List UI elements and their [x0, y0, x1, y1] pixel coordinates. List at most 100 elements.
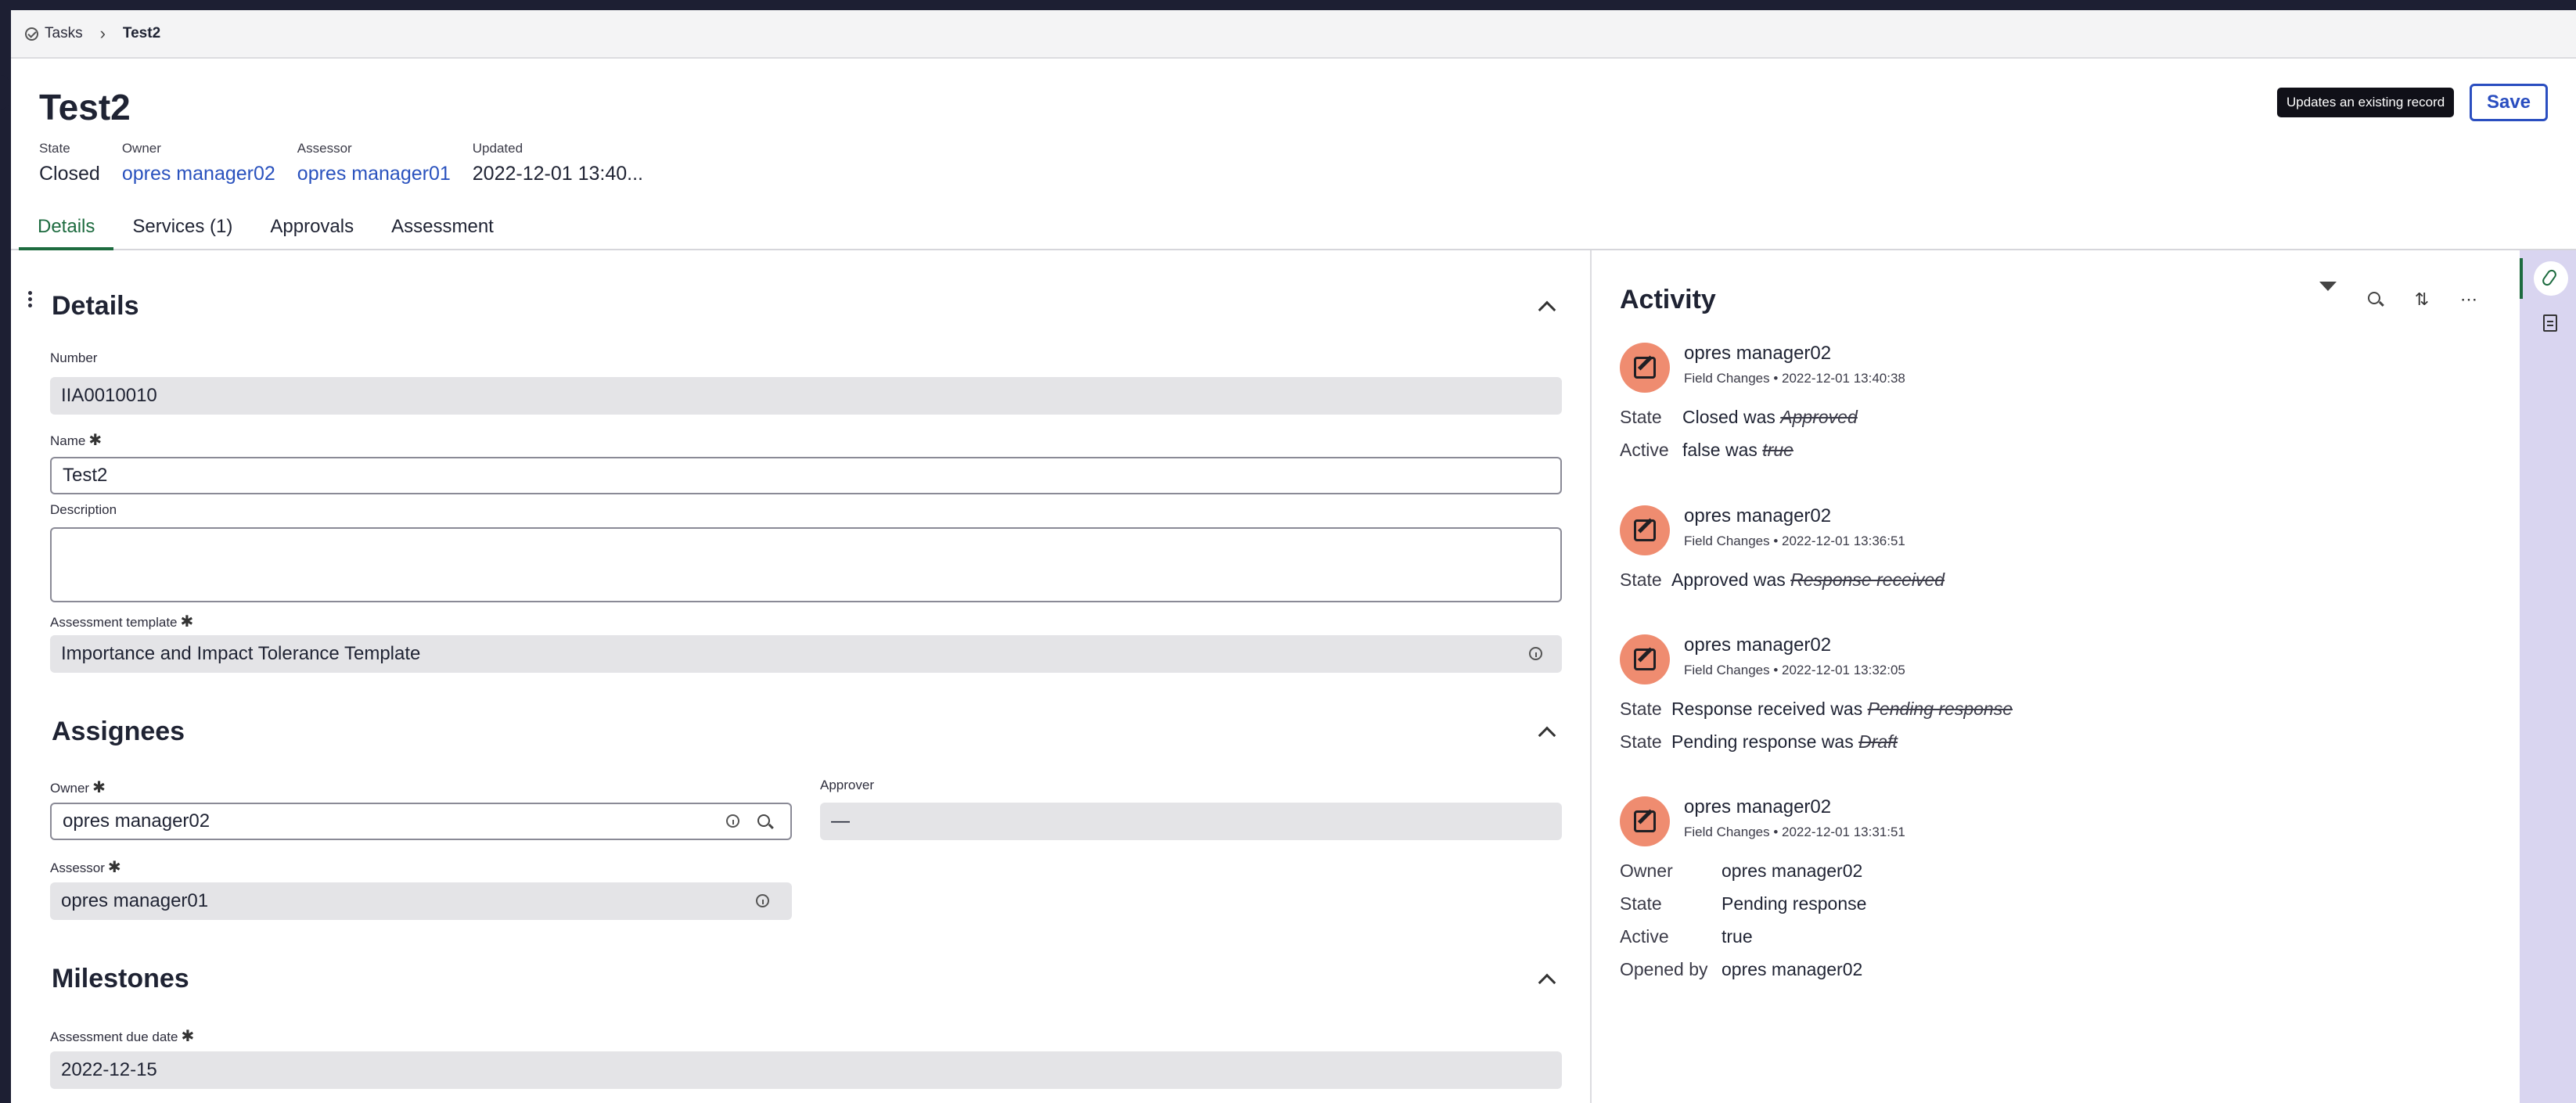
- check-circle-icon: [25, 27, 38, 41]
- activity-title: Activity: [1620, 285, 1716, 314]
- meta-updated: Updated 2022-12-01 13:40...: [473, 141, 643, 185]
- breadcrumb-tasks-label: Tasks: [45, 25, 83, 41]
- tab-assessment[interactable]: Assessment: [372, 210, 513, 250]
- due-date-label: Assessment due date ✱: [50, 1026, 194, 1046]
- number-field: IIA0010010: [50, 377, 1562, 415]
- field-name: Owner: [1620, 860, 1673, 881]
- record-meta: State Closed Owner opres manager02 Asses…: [39, 141, 643, 185]
- template-label-text: Assessment template: [50, 615, 178, 630]
- change-field: State: [1620, 731, 1662, 752]
- meta-label: Owner: [121, 141, 161, 156]
- filter-icon[interactable]: [2319, 282, 2337, 311]
- change-old: Pending response: [1867, 699, 2013, 719]
- activity-entry: opres manager02 Field Changes • 2022-12-…: [1620, 505, 2481, 591]
- change-old: Approved: [1780, 407, 1858, 427]
- approver-label: Approver: [820, 778, 874, 792]
- edit-avatar-icon: [1620, 505, 1670, 555]
- info-icon[interactable]: [1529, 647, 1542, 660]
- meta-value: Closed: [39, 163, 100, 185]
- field-row: Active true: [1620, 926, 1753, 947]
- more-vertical-icon[interactable]: [28, 291, 33, 308]
- field-value: opres manager02: [1722, 959, 1863, 979]
- assessor-label-text: Assessor: [50, 860, 105, 875]
- number-label: Number: [50, 350, 98, 365]
- change-old: true: [1762, 440, 1793, 460]
- document-icon[interactable]: [2543, 314, 2557, 332]
- info-icon[interactable]: [726, 814, 739, 828]
- name-label: Name ✱: [50, 430, 102, 450]
- collapse-assignees-icon[interactable]: [1538, 726, 1556, 745]
- entry-meta: Field Changes • 2022-12-01 13:36:51: [1684, 534, 1905, 548]
- field-value: opres manager02: [1722, 860, 1863, 881]
- due-date-label-text: Assessment due date: [50, 1029, 178, 1044]
- tab-approvals[interactable]: Approvals: [251, 210, 372, 250]
- meta-label: Assessor: [297, 141, 352, 156]
- field-name: Opened by: [1620, 959, 1708, 979]
- owner-link[interactable]: opres manager02: [122, 163, 275, 185]
- search-icon[interactable]: [757, 814, 770, 827]
- owner-value: opres manager02: [63, 810, 210, 832]
- template-field: Importance and Impact Tolerance Template: [50, 635, 1562, 673]
- breadcrumb-tasks[interactable]: Tasks: [25, 25, 83, 42]
- field-value: true: [1722, 926, 1753, 947]
- collapse-milestones-icon[interactable]: [1538, 973, 1556, 992]
- required-icon: ✱: [107, 859, 121, 876]
- more-horizontal-icon[interactable]: ⋯: [2460, 291, 2477, 308]
- required-icon: ✱: [181, 1028, 195, 1045]
- attachments-button[interactable]: [2534, 261, 2568, 296]
- entry-meta: Field Changes • 2022-12-01 13:40:38: [1684, 371, 1905, 386]
- field-row: State Pending response: [1620, 893, 1866, 914]
- info-icon[interactable]: [756, 894, 769, 907]
- change-new: Approved: [1671, 569, 1749, 590]
- save-button[interactable]: Save: [2470, 84, 2548, 121]
- entry-meta: Field Changes • 2022-12-01 13:31:51: [1684, 825, 1905, 839]
- entry-user: opres manager02: [1684, 634, 1832, 656]
- change-old: Draft: [1858, 731, 1898, 752]
- sort-icon[interactable]: ⇅: [2413, 291, 2430, 308]
- meta-value: 2022-12-01 13:40...: [472, 163, 643, 185]
- entry-user: opres manager02: [1684, 796, 1832, 817]
- field-row: Opened by opres manager02: [1620, 959, 1862, 980]
- entry-user: opres manager02: [1684, 343, 1832, 364]
- field-name: Active: [1620, 926, 1669, 947]
- field-value: Pending response: [1722, 893, 1867, 914]
- top-bar: [0, 0, 2576, 10]
- change-old: Response received: [1790, 569, 1945, 590]
- required-icon: ✱: [92, 779, 106, 796]
- assessor-value: opres manager01: [61, 890, 209, 911]
- template-label: Assessment template ✱: [50, 612, 193, 631]
- collapse-details-icon[interactable]: [1538, 300, 1556, 319]
- form-panel: Details Number IIA0010010 Name ✱ Test2 De…: [11, 250, 1592, 1103]
- entry-user: opres manager02: [1684, 505, 1832, 526]
- change-was: was: [1830, 699, 1863, 719]
- edit-avatar-icon: [1620, 343, 1670, 393]
- tab-details[interactable]: Details: [19, 210, 114, 250]
- left-edge-handle[interactable]: [0, 75, 9, 110]
- breadcrumb: Tasks › Test2: [11, 10, 2576, 59]
- tab-services[interactable]: Services (1): [113, 210, 251, 250]
- name-input[interactable]: Test2: [50, 457, 1562, 494]
- owner-input[interactable]: opres manager02: [50, 803, 792, 840]
- assessor-field: opres manager01: [50, 882, 792, 920]
- change-was: was: [1725, 440, 1758, 460]
- change-row: State Pending response was Draft: [1620, 731, 1898, 753]
- due-date-field: 2022-12-15: [50, 1051, 1562, 1089]
- activity-entry: opres manager02 Field Changes • 2022-12-…: [1620, 634, 2481, 760]
- change-field: Active: [1620, 440, 1669, 460]
- record-tabs: Details Services (1) Approvals Assessmen…: [11, 210, 2576, 250]
- change-was: was: [1821, 731, 1854, 752]
- chevron-right-icon: ›: [99, 23, 106, 43]
- change-was: was: [1743, 407, 1775, 427]
- assessor-link[interactable]: opres manager01: [297, 163, 451, 185]
- activity-toolbar: ⇅ ⋯: [2319, 282, 2477, 311]
- meta-assessor: Assessor opres manager01: [297, 141, 451, 185]
- rail-active-indicator: [2520, 258, 2523, 299]
- search-icon[interactable]: [2366, 291, 2384, 308]
- breadcrumb-current: Test2: [122, 25, 161, 41]
- approver-field: —: [820, 803, 1562, 840]
- save-tooltip: Updates an existing record: [2277, 88, 2455, 117]
- change-row: Active false was true: [1620, 440, 1793, 461]
- owner-label-text: Owner: [50, 781, 90, 796]
- change-row: State Approved was Response received: [1620, 569, 1945, 591]
- description-textarea[interactable]: [50, 527, 1562, 602]
